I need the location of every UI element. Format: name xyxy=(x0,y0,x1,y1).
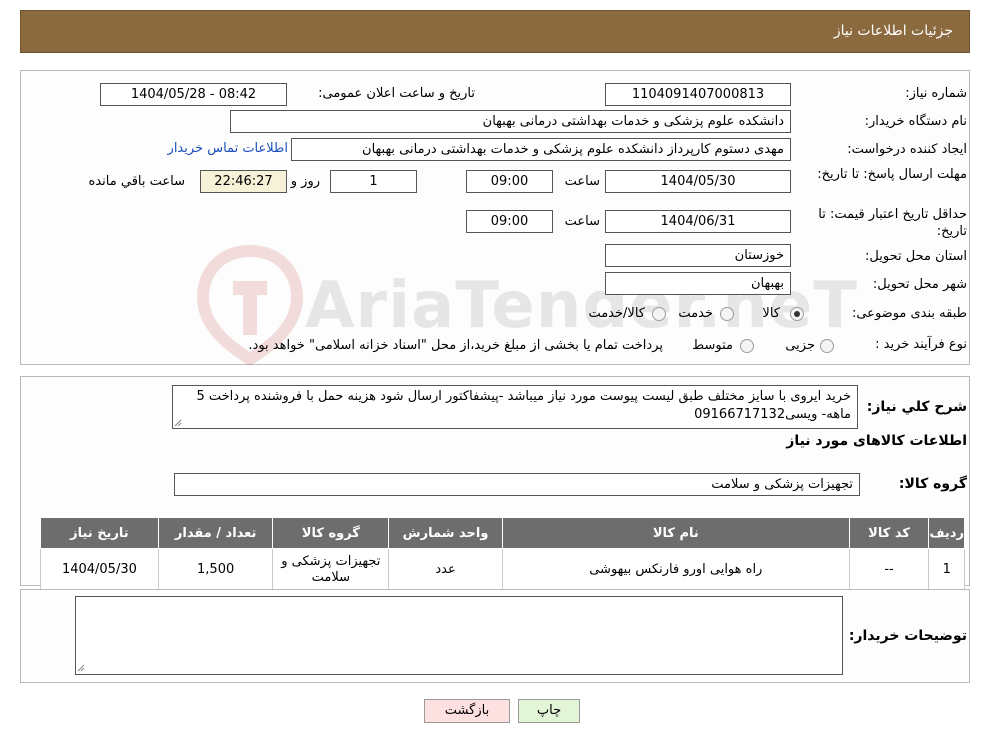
remaining-days-field: 1 xyxy=(330,170,417,193)
category-radio-goods-service[interactable] xyxy=(652,307,666,321)
price-validity-date-field: 1404/06/31 xyxy=(605,210,791,233)
creator-label: ایجاد کننده درخواست: xyxy=(847,142,967,157)
page-header: جزئیات اطلاعات نیاز xyxy=(20,10,970,53)
cell-need-date: 1404/05/30 xyxy=(40,548,159,591)
buyer-org-label: نام دستگاه خریدار: xyxy=(864,114,967,129)
table-row: 1404/05/30 1,500 تجهیزات پزشکی و سلامت ع… xyxy=(40,548,965,591)
days-label: روز و xyxy=(290,174,320,189)
province-label: استان محل تحویل: xyxy=(865,249,967,264)
description-label: شرح کلي نياز: xyxy=(866,399,967,415)
cell-goods-group: تجهیزات پزشکی و سلامت xyxy=(272,548,390,591)
col-quantity: تعداد / مقدار xyxy=(157,517,274,549)
process-option-medium: متوسط xyxy=(692,338,733,353)
buyer-contact-link[interactable]: اطلاعات تماس خریدار xyxy=(168,141,288,156)
col-goods-group: گروه کالا xyxy=(272,517,390,549)
category-option-goods: کالا xyxy=(762,306,780,321)
back-button[interactable]: بازگشت xyxy=(424,699,510,723)
reply-date-field: 1404/05/30 xyxy=(605,170,791,193)
category-label: طبقه بندی موضوعی: xyxy=(851,306,967,321)
print-button[interactable]: چاپ xyxy=(518,699,580,723)
cell-quantity: 1,500 xyxy=(157,548,274,591)
reply-deadline-label: مهلت ارسال پاسخ: تا تاریخ: xyxy=(817,167,967,182)
city-field: بهبهان xyxy=(605,272,791,295)
process-radio-medium[interactable] xyxy=(740,339,754,353)
col-need-date: تاریخ نیاز xyxy=(40,517,159,549)
cell-goods-name: راه هوایی اورو فارنکس بیهوشی xyxy=(501,548,850,591)
category-radio-service[interactable] xyxy=(720,307,734,321)
col-goods-name: نام کالا xyxy=(501,517,850,549)
creator-field: مهدی دستوم کارپرداز دانشکده علوم پزشکی و… xyxy=(291,138,791,161)
col-unit: واحد شمارش xyxy=(388,517,503,549)
price-validity-label: حداقل تاریخ اعتبار قیمت: تا تاریخ: xyxy=(818,207,967,239)
goods-section-title: اطلاعات کالاهای مورد نیاز xyxy=(786,433,967,449)
cell-unit: عدد xyxy=(388,548,503,591)
resize-handle-icon[interactable] xyxy=(77,664,85,672)
description-textarea[interactable]: خرید ایروی با سایز مختلف طبق لیست پیوست … xyxy=(172,385,858,429)
process-label: نوع فرآیند خرید : xyxy=(875,337,967,352)
cell-goods-code: -- xyxy=(848,548,930,591)
reply-time-label: ساعت xyxy=(564,174,600,189)
announce-datetime-field: 1404/05/28 - 08:42 xyxy=(100,83,287,106)
page-title: جزئیات اطلاعات نیاز xyxy=(833,23,953,39)
category-option-goods-service: کالا/خدمت xyxy=(588,306,645,321)
reply-time-field: 09:00 xyxy=(466,170,553,193)
buyer-notes-textarea[interactable] xyxy=(75,596,843,675)
price-validity-time-field: 09:00 xyxy=(466,210,553,233)
process-radio-minor[interactable] xyxy=(820,339,834,353)
cell-row-number: 1 xyxy=(928,548,965,591)
goods-group-field: تجهیزات پزشکی و سلامت xyxy=(174,473,860,496)
category-option-service: خدمت xyxy=(678,306,713,321)
need-number-field: 1104091407000813 xyxy=(605,83,791,106)
city-label: شهر محل تحویل: xyxy=(872,277,967,292)
announce-label: تاریخ و ساعت اعلان عمومی: xyxy=(318,86,475,101)
process-option-minor: جزیی xyxy=(785,338,815,353)
goods-group-label: گروه کالا: xyxy=(898,476,967,492)
province-field: خوزستان xyxy=(605,244,791,267)
price-time-label: ساعت xyxy=(564,214,600,229)
need-number-label: شماره نیاز: xyxy=(905,86,967,101)
remaining-time-label: ساعت باقي مانده xyxy=(88,174,185,189)
col-goods-code: کد کالا xyxy=(848,517,930,549)
remaining-time-field: 22:46:27 xyxy=(200,170,287,193)
buyer-org-field: دانشکده علوم پزشکی و خدمات بهداشتی درمان… xyxy=(230,110,791,133)
category-radio-goods[interactable] xyxy=(790,307,804,321)
col-row-number: ردیف xyxy=(928,517,965,549)
goods-table: تاریخ نیاز تعداد / مقدار گروه کالا واحد … xyxy=(40,517,965,591)
process-note: پرداخت تمام یا بخشی از مبلغ خرید،از محل … xyxy=(248,338,663,353)
resize-handle-icon[interactable] xyxy=(174,419,182,427)
goods-table-header: تاریخ نیاز تعداد / مقدار گروه کالا واحد … xyxy=(40,517,965,549)
buyer-notes-label: توضیحات خریدار: xyxy=(848,628,967,644)
